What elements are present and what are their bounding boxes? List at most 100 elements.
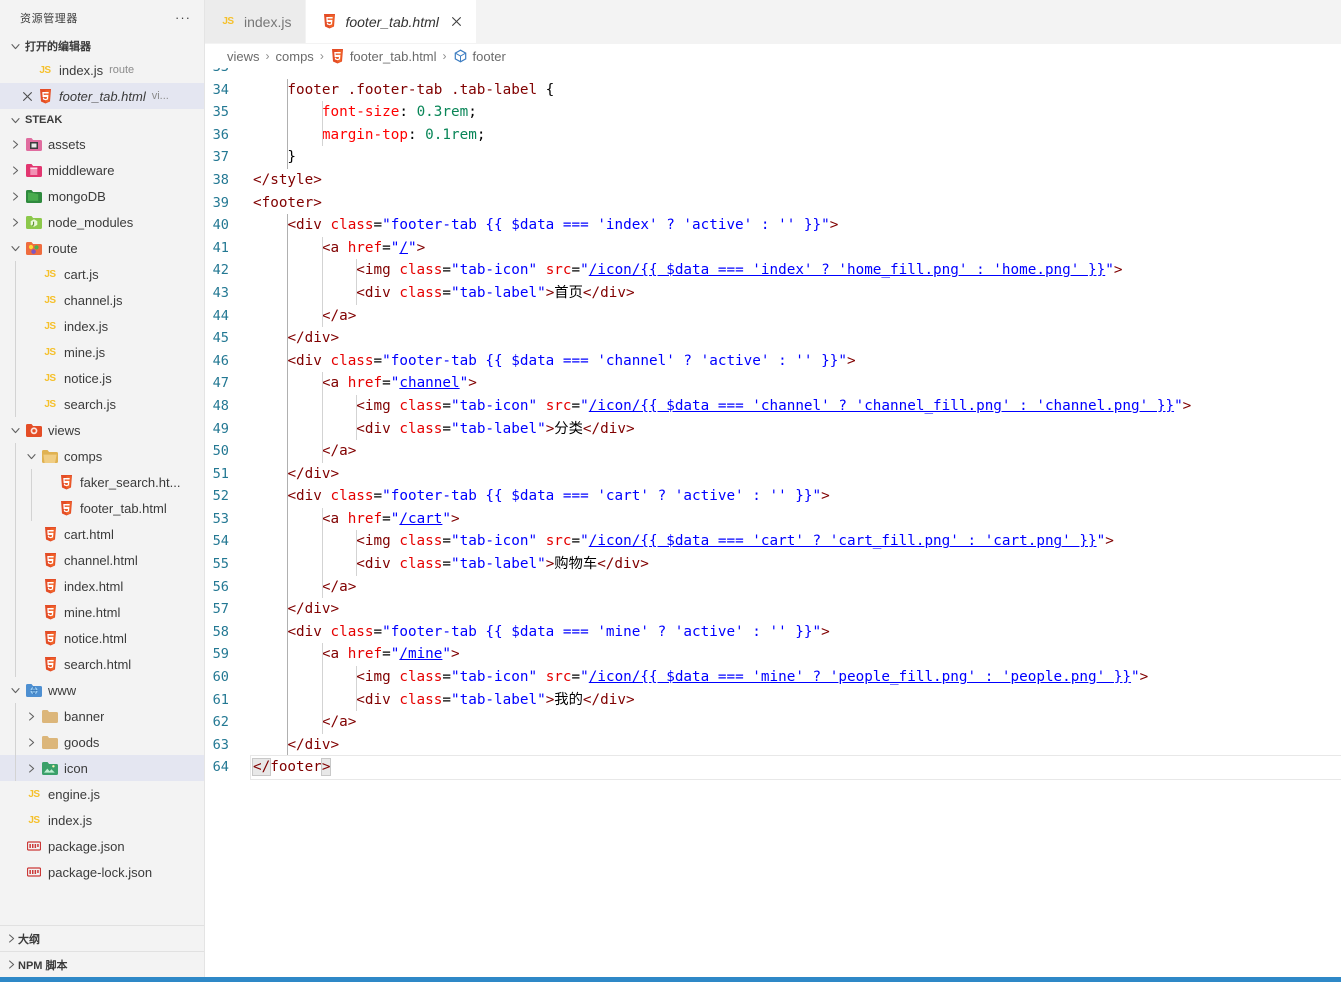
code-scroll[interactable]: 3334 footer .footer-tab .tab-label {35 f… bbox=[205, 68, 1341, 977]
tree-file-cart-js[interactable]: JS cart.js bbox=[0, 261, 204, 287]
tree-file-notice-js[interactable]: JS notice.js bbox=[0, 365, 204, 391]
tree-file-package-lock-json[interactable]: package-lock.json bbox=[0, 859, 204, 885]
code-line-text[interactable]: </div> bbox=[251, 733, 1341, 757]
code-line-text[interactable]: </a> bbox=[251, 440, 1341, 463]
tree-file-channel-js[interactable]: JS channel.js bbox=[0, 287, 204, 313]
tree-folder-assets[interactable]: assets bbox=[0, 131, 204, 157]
tree-folder-icon[interactable]: icon bbox=[0, 755, 204, 781]
code-line-text[interactable]: font-size: 0.3rem; bbox=[251, 101, 1341, 124]
code-line-text[interactable]: <div class="tab-label">购物车</div> bbox=[251, 553, 1341, 576]
editor-tab[interactable]: JS index.js bbox=[205, 0, 307, 43]
tree-file-engine-js[interactable]: JS engine.js bbox=[0, 781, 204, 807]
explorer-tree-scroll[interactable]: 打开的编辑器 JS index.js route footer_tab.html vi..… bbox=[0, 35, 204, 925]
breadcrumb-item[interactable]: footer bbox=[453, 48, 506, 64]
code-line-text[interactable]: <div class="tab-label">我的</div> bbox=[251, 688, 1341, 712]
code-editor[interactable]: 3334 footer .footer-tab .tab-label {35 f… bbox=[205, 68, 1341, 977]
code-line-text[interactable]: <a href="/cart"> bbox=[251, 507, 1341, 531]
indent-guide bbox=[15, 391, 16, 417]
code-line-text[interactable]: <div class="footer-tab {{ $data === 'ind… bbox=[251, 214, 1341, 237]
tree-file-search-html[interactable]: search.html bbox=[0, 651, 204, 677]
indent-guide bbox=[287, 688, 289, 712]
code-line-text[interactable]: </footer> bbox=[250, 755, 1341, 780]
code-line-text[interactable]: <img class="tab-icon" src="/icon/{{ $dat… bbox=[251, 530, 1341, 554]
more-actions-icon[interactable]: ··· bbox=[172, 11, 194, 24]
close-icon[interactable] bbox=[18, 91, 36, 102]
tree-file-index-html[interactable]: index.html bbox=[0, 573, 204, 599]
html-icon bbox=[57, 500, 75, 516]
indent-guide bbox=[287, 440, 289, 463]
tree-file-channel-html[interactable]: channel.html bbox=[0, 547, 204, 573]
code-line-text[interactable]: <div class="tab-label">分类</div> bbox=[251, 417, 1341, 441]
code-line-text[interactable]: footer .footer-tab .tab-label { bbox=[251, 78, 1341, 102]
code-line-text[interactable]: <a href="/"> bbox=[251, 236, 1341, 260]
editor-tab[interactable]: footer_tab.html bbox=[306, 0, 477, 43]
code-line: 33 bbox=[205, 68, 1341, 79]
code-line-text[interactable]: <div class="footer-tab {{ $data === 'min… bbox=[251, 620, 1341, 644]
open-editor-item[interactable]: JS index.js route bbox=[0, 57, 204, 83]
code-line-text[interactable]: <a href="channel"> bbox=[251, 372, 1341, 395]
code-line-text[interactable]: </a> bbox=[251, 304, 1341, 328]
close-icon[interactable] bbox=[451, 14, 462, 30]
tree-folder-node-modules[interactable]: node_modules bbox=[0, 209, 204, 235]
open-editor-path: vi... bbox=[151, 90, 169, 102]
code-line-text[interactable]: </div> bbox=[251, 598, 1341, 621]
code-line-text[interactable]: } bbox=[251, 146, 1341, 169]
tree-folder-middleware[interactable]: middleware bbox=[0, 157, 204, 183]
code-line-text[interactable]: <div class="tab-label">首页</div> bbox=[251, 281, 1341, 305]
code-line-text[interactable]: <a href="/mine"> bbox=[251, 643, 1341, 667]
breadcrumb-item[interactable]: views bbox=[227, 49, 260, 64]
tree-file-mine-html[interactable]: mine.html bbox=[0, 599, 204, 625]
tree-folder-comps[interactable]: comps bbox=[0, 443, 204, 469]
code-line-text[interactable]: <footer> bbox=[251, 192, 1341, 215]
code-line-text[interactable]: </div> bbox=[251, 462, 1341, 486]
tree-folder-banner[interactable]: banner bbox=[0, 703, 204, 729]
tree-file-faker-search-ht-[interactable]: faker_search.ht... bbox=[0, 469, 204, 495]
code-line-text[interactable]: </style> bbox=[251, 169, 1341, 192]
tree-item-label: cart.js bbox=[64, 266, 99, 282]
code-line-text[interactable]: <img class="tab-icon" src="/icon/{{ $dat… bbox=[251, 259, 1341, 282]
open-editor-label: footer_tab.html bbox=[59, 88, 146, 104]
line-number: 62 bbox=[212, 714, 229, 731]
tree-item-label: engine.js bbox=[48, 786, 101, 802]
tree-file-notice-html[interactable]: notice.html bbox=[0, 625, 204, 651]
code-line-text[interactable]: </a> bbox=[251, 711, 1341, 734]
tree-file-footer-tab-html[interactable]: footer_tab.html bbox=[0, 495, 204, 521]
section-project-root[interactable]: STEAK bbox=[0, 109, 204, 131]
code-line-text[interactable]: <div class="footer-tab {{ $data === 'car… bbox=[251, 485, 1341, 508]
tree-file-cart-html[interactable]: cart.html bbox=[0, 521, 204, 547]
sidebar-pane-label: 大纲 bbox=[18, 933, 40, 946]
tree-folder-views[interactable]: views bbox=[0, 417, 204, 443]
code-line-text[interactable]: <img class="tab-icon" src="/icon/{{ $dat… bbox=[251, 394, 1341, 418]
indent-guide bbox=[287, 281, 289, 305]
line-number: 39 bbox=[212, 194, 229, 211]
tree-item-label: notice.html bbox=[64, 630, 127, 646]
tree-file-package-json[interactable]: package.json bbox=[0, 833, 204, 859]
line-number: 36 bbox=[212, 126, 229, 143]
tree-file-index-js[interactable]: JS index.js bbox=[0, 313, 204, 339]
tree-folder-goods[interactable]: goods bbox=[0, 729, 204, 755]
explorer-title-row: 资源管理器 ··· bbox=[0, 0, 204, 35]
sidebar-pane-outline[interactable]: 大纲 bbox=[0, 925, 204, 951]
tree-item-label: search.js bbox=[64, 396, 117, 412]
tree-folder-route[interactable]: route bbox=[0, 235, 204, 261]
code-line-text[interactable]: <img class="tab-icon" src="/icon/{{ $dat… bbox=[251, 666, 1341, 689]
code-line-text[interactable]: margin-top: 0.1rem; bbox=[251, 123, 1341, 147]
editor-tab-bar: JS index.js footer_tab.html bbox=[205, 0, 1341, 44]
tree-folder-mongodb[interactable]: mongoDB bbox=[0, 183, 204, 209]
workbench: 资源管理器 ··· 打开的编辑器 JS index.js route footer_ta… bbox=[0, 0, 1341, 977]
line-number: 41 bbox=[212, 239, 229, 256]
tree-file-search-js[interactable]: JS search.js bbox=[0, 391, 204, 417]
open-editor-item[interactable]: footer_tab.html vi... bbox=[0, 83, 204, 109]
code-line-text[interactable]: <div class="footer-tab {{ $data === 'cha… bbox=[251, 349, 1341, 373]
breadcrumb-item[interactable]: comps bbox=[276, 49, 314, 64]
tree-folder-www[interactable]: www bbox=[0, 677, 204, 703]
sidebar-pane-npm-scripts[interactable]: NPM 脚本 bbox=[0, 951, 204, 977]
breadcrumb-item[interactable]: footer_tab.html bbox=[330, 48, 437, 64]
code-line-text[interactable]: </div> bbox=[251, 327, 1341, 350]
tree-file-mine-js[interactable]: JS mine.js bbox=[0, 339, 204, 365]
section-open-editors[interactable]: 打开的编辑器 bbox=[0, 35, 204, 57]
line-number: 34 bbox=[212, 81, 229, 98]
tree-file-index-js[interactable]: JS index.js bbox=[0, 807, 204, 833]
code-tokens: <img class="tab-icon" src="/icon/{{ $dat… bbox=[356, 262, 1123, 279]
code-line-text[interactable]: </a> bbox=[251, 575, 1341, 599]
